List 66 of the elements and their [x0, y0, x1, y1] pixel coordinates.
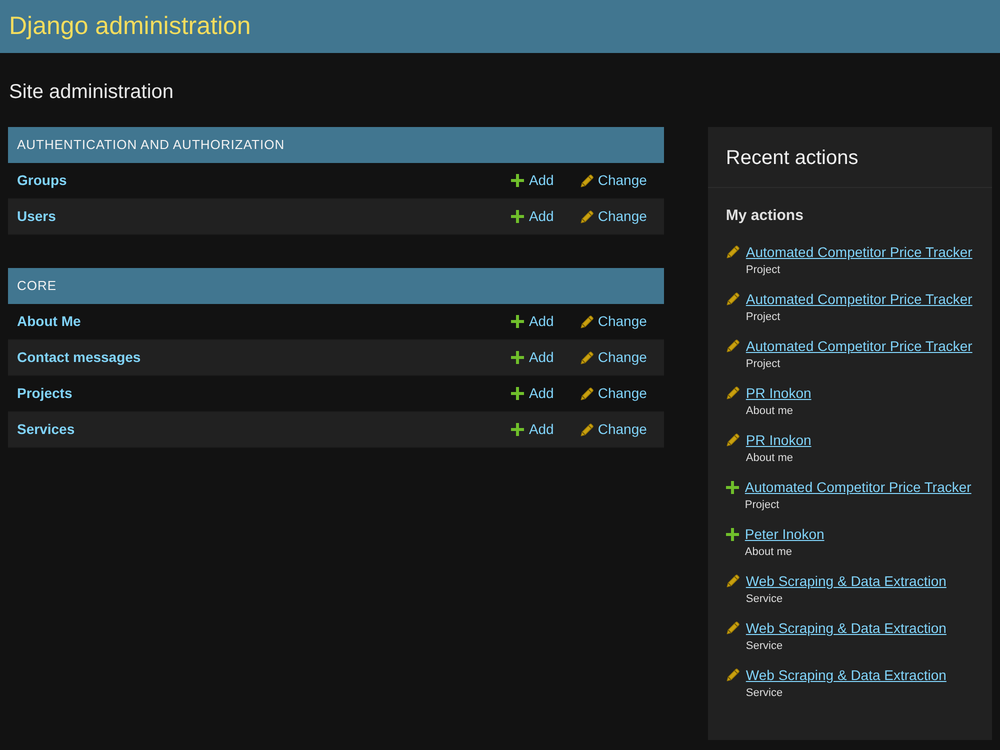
- plus-icon: [510, 387, 524, 400]
- action-type: Service: [746, 686, 784, 700]
- action-type: About me: [746, 451, 794, 465]
- action-type: Service: [746, 639, 784, 653]
- model-link[interactable]: About Me: [17, 311, 81, 332]
- add-link[interactable]: Add: [510, 419, 554, 440]
- pencil-icon: [726, 339, 740, 353]
- action-type: About me: [746, 404, 794, 418]
- add-link[interactable]: Add: [510, 383, 554, 404]
- panel-title: Recent actions: [726, 146, 860, 171]
- change-link[interactable]: Change: [580, 347, 647, 368]
- action-type: About me: [744, 545, 793, 559]
- add-link[interactable]: Add: [510, 347, 554, 368]
- plus-icon: [510, 423, 524, 436]
- change-link[interactable]: Change: [580, 419, 647, 440]
- action-type: Service: [746, 592, 784, 606]
- module-caption: CORE: [8, 268, 664, 304]
- pencil-icon: [580, 422, 594, 436]
- pencil-icon: [726, 433, 740, 447]
- pencil-icon: [726, 292, 740, 306]
- model-link[interactable]: Users: [17, 206, 56, 227]
- model-link[interactable]: Services: [17, 419, 75, 440]
- pencil-icon: [580, 386, 594, 400]
- pencil-icon: [580, 314, 594, 328]
- pencil-icon: [726, 245, 740, 259]
- pencil-icon: [726, 621, 740, 635]
- action-type: Project: [744, 498, 780, 512]
- action-type: Project: [746, 263, 782, 277]
- plus-icon: [726, 480, 739, 494]
- change-link[interactable]: Change: [580, 206, 647, 227]
- model-link[interactable]: Contact messages: [17, 347, 141, 368]
- page-title: Site administration: [8, 80, 175, 104]
- action-type: Project: [746, 357, 782, 371]
- add-link[interactable]: Add: [510, 206, 554, 227]
- plus-icon: [510, 210, 524, 223]
- site-title[interactable]: Django administration: [9, 14, 251, 39]
- action-link[interactable]: Automated Competitor Price Tracker: [746, 243, 972, 261]
- section-heading: My actions: [726, 206, 804, 226]
- plus-icon: [510, 315, 524, 328]
- model-link[interactable]: Projects: [17, 383, 72, 404]
- module-caption: AUTHENTICATION AND AUTHORIZATION: [8, 127, 664, 163]
- pencil-icon: [580, 210, 594, 224]
- pencil-icon: [580, 174, 594, 188]
- action-link[interactable]: Automated Competitor Price Tracker: [746, 290, 972, 308]
- action-link[interactable]: Web Scraping & Data Extraction: [746, 619, 946, 637]
- change-link[interactable]: Change: [580, 383, 647, 404]
- action-link[interactable]: Web Scraping & Data Extraction: [746, 572, 946, 590]
- pencil-icon: [726, 386, 740, 400]
- action-link[interactable]: Web Scraping & Data Extraction: [746, 666, 946, 684]
- action-link[interactable]: PR Inokon: [746, 431, 812, 449]
- action-link[interactable]: Automated Competitor Price Tracker: [744, 478, 972, 496]
- pencil-icon: [726, 668, 740, 682]
- change-link[interactable]: Change: [580, 170, 647, 191]
- action-link[interactable]: PR Inokon: [746, 384, 812, 402]
- action-link[interactable]: Automated Competitor Price Tracker: [746, 337, 972, 355]
- action-link[interactable]: Peter Inokon: [744, 525, 824, 543]
- plus-icon: [510, 351, 524, 364]
- model-link[interactable]: Groups: [17, 170, 67, 191]
- plus-icon: [726, 528, 739, 540]
- plus-icon: [510, 174, 524, 187]
- add-link[interactable]: Add: [510, 311, 554, 332]
- pencil-icon: [580, 350, 594, 364]
- change-link[interactable]: Change: [580, 311, 647, 332]
- add-link[interactable]: Add: [510, 170, 554, 191]
- action-type: Project: [746, 310, 782, 324]
- pencil-icon: [726, 574, 740, 588]
